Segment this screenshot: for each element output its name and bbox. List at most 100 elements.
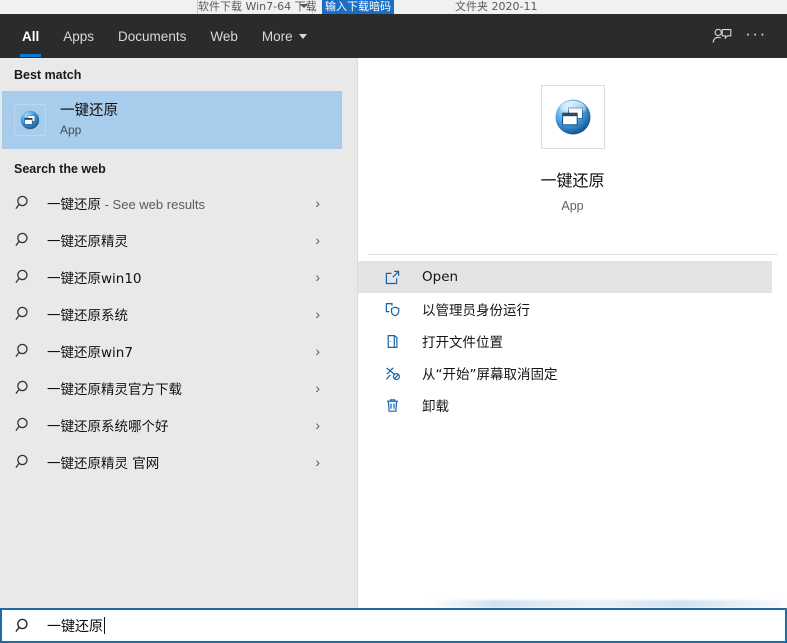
action-open-file-location-label: 打开文件位置 (422, 331, 503, 351)
web-result-item-5[interactable]: 一键还原精灵官方下载 › (2, 369, 342, 406)
action-unpin-from-start[interactable]: 从“开始”屏幕取消固定 (358, 357, 772, 389)
tab-web[interactable]: Web (198, 14, 250, 58)
tab-documents[interactable]: Documents (106, 14, 198, 58)
action-open[interactable]: Open (358, 261, 772, 293)
background-browser-strip: 软件下载 Win7-64 下载 输入下载暗码 文件夹 2020-11 (0, 0, 787, 14)
search-header: All Apps Documents Web More (0, 14, 787, 58)
best-match-section-title: Best match (0, 67, 81, 83)
web-result-item-1[interactable]: 一键还原精灵 › (2, 221, 342, 258)
web-result-label-3: 一键还原系统 (47, 304, 128, 324)
tab-all[interactable]: All (10, 14, 51, 58)
web-result-query-1: 一键还原精灵 (47, 234, 128, 250)
web-result-query-4: 一键还原win7 (47, 345, 133, 361)
chevron-right-icon: › (315, 195, 320, 211)
chevron-down-icon (299, 34, 307, 39)
action-open-label: Open (422, 269, 458, 285)
web-result-label-7: 一键还原精灵 官网 (47, 452, 159, 472)
action-uninstall-label: 卸载 (422, 395, 449, 415)
background-text-left: 软件下载 Win7-64 下载 (198, 0, 317, 14)
tab-bar: All Apps Documents Web More (10, 14, 319, 58)
best-match-subtitle: App (60, 122, 118, 138)
web-result-item-3[interactable]: 一键还原系统 › (2, 295, 342, 332)
chevron-right-icon: › (315, 417, 320, 433)
web-result-suffix-0: - See web results (101, 197, 205, 212)
web-result-label-0: 一键还原 - See web results (47, 193, 205, 213)
web-result-query-2: 一键还原win10 (47, 271, 142, 287)
person-feedback-icon[interactable] (705, 19, 739, 53)
app-preview-subtitle: App (561, 199, 583, 213)
windows-search-panel: 软件下载 Win7-64 下载 输入下载暗码 文件夹 2020-11 All A… (0, 0, 787, 643)
chevron-right-icon: › (315, 380, 320, 396)
search-icon (15, 231, 33, 249)
best-match-result-item[interactable]: 一键还原 App (2, 91, 342, 149)
app-preview-title: 一键还原 (540, 167, 604, 191)
action-run-as-administrator[interactable]: 以管理员身份运行 (358, 293, 772, 325)
web-result-label-6: 一键还原系统哪个好 (47, 415, 169, 435)
ellipsis-label: ··· (745, 25, 766, 42)
search-icon (15, 617, 33, 635)
web-result-item-7[interactable]: 一键还原精灵 官网 › (2, 443, 342, 480)
tab-apps-label: Apps (63, 29, 94, 44)
tab-documents-label: Documents (118, 29, 186, 44)
chevron-right-icon: › (315, 269, 320, 285)
background-blur-band (430, 600, 787, 608)
search-input-bar[interactable]: 一键还原 (0, 608, 787, 643)
results-area: Best match (0, 58, 787, 613)
web-result-query-7: 一键还原精灵 官网 (47, 456, 159, 472)
tab-all-label: All (22, 29, 39, 44)
search-the-web-section-title: Search the web (0, 161, 106, 177)
web-result-item-6[interactable]: 一键还原系统哪个好 › (2, 406, 342, 443)
open-external-icon (382, 267, 402, 287)
trash-uninstall-icon (382, 395, 402, 415)
background-text-right: 文件夹 2020-11 (455, 0, 537, 14)
web-result-item-0[interactable]: 一键还原 - See web results › (2, 184, 342, 221)
app-restore-icon (14, 104, 46, 136)
pane-divider (346, 58, 358, 613)
app-restore-icon (541, 85, 605, 149)
tab-more[interactable]: More (250, 14, 319, 58)
web-result-query-0: 一键还原 (47, 197, 101, 213)
chevron-right-icon: › (315, 306, 320, 322)
best-match-text: 一键还原 App (60, 102, 118, 138)
app-preview-pane: 一键还原 App Open (358, 58, 787, 613)
chevron-right-icon: › (315, 343, 320, 359)
action-uninstall[interactable]: 卸载 (358, 389, 772, 421)
search-icon (15, 268, 33, 286)
shield-admin-icon (382, 299, 402, 319)
search-icon (15, 453, 33, 471)
web-result-query-5: 一键还原精灵官方下载 (47, 382, 182, 398)
search-icon (15, 194, 33, 212)
best-match-title: 一键还原 (60, 102, 118, 121)
tab-apps[interactable]: Apps (51, 14, 106, 58)
background-text-selected: 输入下载暗码 (322, 0, 394, 14)
folder-open-icon (382, 331, 402, 351)
chevron-right-icon: › (315, 454, 320, 470)
tab-active-indicator (20, 54, 41, 57)
app-preview-card: 一键还原 App (358, 58, 787, 254)
search-icon (15, 342, 33, 360)
web-result-item-4[interactable]: 一键还原win7 › (2, 332, 342, 369)
ellipsis-icon[interactable]: ··· (739, 19, 773, 53)
tab-more-label: More (262, 29, 293, 44)
web-result-label-2: 一键还原win10 (47, 267, 142, 287)
search-icon (15, 379, 33, 397)
web-result-query-3: 一键还原系统 (47, 308, 128, 324)
background-caret-icon (300, 4, 308, 8)
text-caret (104, 617, 105, 634)
chevron-right-icon: › (315, 232, 320, 248)
preview-separator (368, 254, 778, 255)
web-result-item-2[interactable]: 一键还原win10 › (2, 258, 342, 295)
tab-web-label: Web (210, 29, 238, 44)
search-input-value: 一键还原 (47, 619, 103, 635)
search-input-field[interactable]: 一键还原 (47, 616, 105, 636)
left-results-pane: Best match (0, 58, 346, 613)
action-run-as-administrator-label: 以管理员身份运行 (422, 299, 530, 319)
unpin-icon (382, 363, 402, 383)
web-result-label-4: 一键还原win7 (47, 341, 133, 361)
search-icon (15, 305, 33, 323)
web-result-label-1: 一键还原精灵 (47, 230, 128, 250)
web-result-label-5: 一键还原精灵官方下载 (47, 378, 182, 398)
header-actions: ··· (705, 14, 787, 58)
action-open-file-location[interactable]: 打开文件位置 (358, 325, 772, 357)
search-icon (15, 416, 33, 434)
